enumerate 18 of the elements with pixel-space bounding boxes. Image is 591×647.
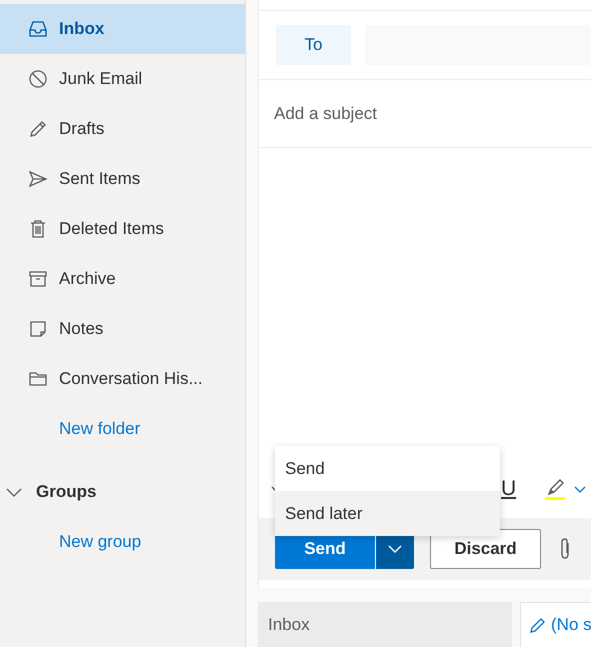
folder-item[interactable]: Junk Email: [0, 54, 245, 104]
to-button[interactable]: To: [276, 25, 351, 65]
folder-item[interactable]: Drafts: [0, 104, 245, 154]
new-group-link[interactable]: New group: [0, 517, 245, 567]
folder-item[interactable]: Sent Items: [0, 154, 245, 204]
menu-item[interactable]: Send: [275, 446, 500, 491]
folder-tab[interactable]: Inbox: [258, 602, 512, 647]
subject-field[interactable]: Add a subject: [259, 102, 591, 124]
new-folder-link[interactable]: New folder: [0, 404, 245, 454]
folder-item[interactable]: Notes: [0, 304, 245, 354]
folder-item[interactable]: Inbox: [0, 4, 245, 54]
folder-item[interactable]: Archive: [0, 254, 245, 304]
folder-item[interactable]: Deleted Items: [0, 204, 245, 254]
menu-item[interactable]: Send later: [275, 491, 500, 536]
folder-item[interactable]: Conversation His...: [0, 354, 245, 404]
draft-tab[interactable]: (No s: [520, 602, 591, 647]
groups-header[interactable]: Groups: [36, 482, 96, 502]
underline-button[interactable]: U: [501, 477, 531, 501]
